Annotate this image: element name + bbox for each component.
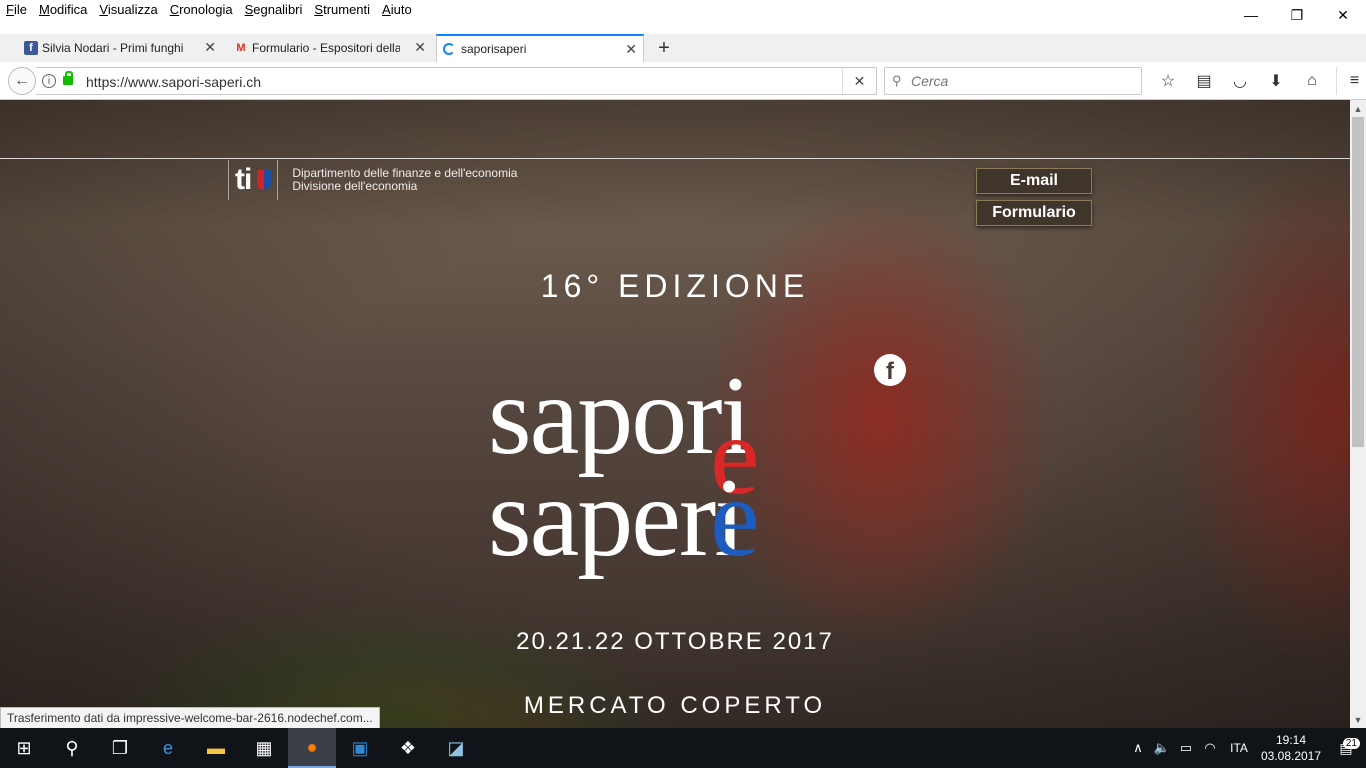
windows-start-icon[interactable]: ⊞ — [0, 728, 48, 768]
loading-icon — [443, 43, 455, 55]
web-page: ti Dipartimento delle finanze e dell'eco… — [0, 100, 1350, 728]
header-divider — [0, 158, 1350, 159]
menu-strumenti[interactable]: Strumenti — [314, 2, 370, 17]
volume-icon[interactable]: 🔈 — [1150, 740, 1174, 756]
back-button[interactable]: ← — [8, 67, 36, 95]
hamburger-menu-icon[interactable]: ≡ — [1336, 67, 1366, 95]
department-line2: Divisione dell'economia — [292, 179, 418, 193]
home-icon[interactable]: ⌂ — [1294, 67, 1330, 95]
tab-saporisaperi[interactable]: saporisaperi ✕ — [436, 34, 644, 62]
wordmark-saperi: saperi — [488, 456, 745, 580]
reading-list-icon[interactable]: ▤ — [1186, 67, 1222, 95]
tab-title: saporisaperi — [461, 42, 527, 56]
formulario-button[interactable]: Formulario — [976, 200, 1092, 226]
menu-segnalibri[interactable]: Segnalibri — [245, 2, 303, 17]
file-explorer-icon[interactable]: ▬ — [192, 728, 240, 768]
store-icon[interactable]: ▦ — [240, 728, 288, 768]
taskbar-apps: ⊞ ⚲ ❐ e ▬ ▦ ● ▣ ❖ ◪ — [0, 728, 480, 768]
scroll-up-icon[interactable]: ▲ — [1350, 100, 1366, 117]
clock-date: 03.08.2017 — [1260, 749, 1322, 763]
windows-taskbar: ⊞ ⚲ ❐ e ▬ ▦ ● ▣ ❖ ◪ ∧ 🔈 ▭ ◠ ITA 19:14 03… — [0, 728, 1366, 768]
toolbar-buttons: ☆ ▤ ◡ ⬇ ⌂ ≡ — [1150, 67, 1366, 95]
url-bar[interactable]: i https://www.sapori-saperi.ch ✕ — [36, 67, 877, 95]
battery-icon[interactable]: ▭ — [1174, 740, 1198, 756]
menu-file[interactable]: File — [6, 2, 27, 17]
dropbox-icon[interactable]: ❖ — [384, 728, 432, 768]
menu-cronologia[interactable]: Cronologia — [170, 2, 233, 17]
search-box[interactable]: ⚲ — [884, 67, 1142, 95]
search-icon[interactable]: ⚲ — [48, 728, 96, 768]
url-text[interactable]: https://www.sapori-saperi.ch — [86, 74, 261, 90]
facebook-icon[interactable]: f — [874, 354, 906, 386]
wordmark-e-blue: e — [710, 456, 760, 580]
sapori-e-saperi-logo: sapori e saperi e — [488, 350, 868, 590]
ti-logo-text: ti — [235, 163, 252, 196]
new-tab-button[interactable]: + — [652, 34, 676, 62]
chevron-up-icon[interactable]: ∧ — [1126, 740, 1150, 756]
wifi-icon[interactable]: ◠ — [1198, 740, 1222, 756]
system-tray: ∧ 🔈 ▭ ◠ ITA 19:14 03.08.2017 ▤21 — [1126, 728, 1366, 768]
navigation-bar: ← i https://www.sapori-saperi.ch ✕ ⚲ ☆ ▤… — [0, 62, 1366, 100]
menu-items: File Modifica Visualizza Cronologia Segn… — [6, 2, 424, 17]
info-icon[interactable]: i — [42, 74, 56, 88]
window-controls: — ❐ ✕ — [1228, 0, 1366, 30]
task-view-icon[interactable]: ❐ — [96, 728, 144, 768]
notes-icon[interactable]: ◪ — [432, 728, 480, 768]
menu-visualizza[interactable]: Visualizza — [99, 2, 157, 17]
close-tab-icon[interactable]: ✕ — [625, 41, 637, 58]
search-icon: ⚲ — [892, 73, 902, 88]
close-window-button[interactable]: ✕ — [1320, 0, 1366, 30]
department-header: ti Dipartimento delle finanze e dell'eco… — [228, 160, 517, 200]
restore-button[interactable]: ❐ — [1274, 0, 1320, 30]
department-text: Dipartimento delle finanze e dell'econom… — [292, 167, 517, 193]
notification-count: 21 — [1342, 737, 1360, 749]
page-scrollbar[interactable]: ▲ ▼ — [1350, 100, 1366, 728]
scroll-down-icon[interactable]: ▼ — [1350, 711, 1366, 728]
close-tab-icon[interactable]: ✕ — [414, 39, 426, 56]
edge-icon[interactable]: e — [144, 728, 192, 768]
firefox-icon[interactable]: ● — [288, 728, 336, 768]
outlook-icon[interactable]: ▣ — [336, 728, 384, 768]
edition-title: 16° EDIZIONE — [540, 268, 810, 304]
tab-title: Silvia Nodari - Primi funghi — [42, 41, 184, 55]
language-indicator[interactable]: ITA — [1222, 741, 1256, 755]
shield-icon — [257, 170, 272, 190]
tab-title: Formulario - Espositori della — [252, 41, 400, 55]
bookmark-star-icon[interactable]: ☆ — [1150, 67, 1186, 95]
close-tab-icon[interactable]: ✕ — [204, 39, 216, 56]
tab-gmail[interactable]: M Formulario - Espositori della ✕ — [228, 34, 432, 62]
event-dates: 20.21.22 OTTOBRE 2017 — [516, 628, 834, 655]
gmail-icon: M — [236, 42, 246, 54]
clock-time: 19:14 — [1275, 733, 1307, 747]
clock[interactable]: 19:14 03.08.2017 — [1256, 732, 1326, 764]
email-button[interactable]: E-mail — [976, 168, 1092, 194]
notification-center-icon[interactable]: ▤21 — [1326, 737, 1366, 757]
menu-modifica[interactable]: Modifica — [39, 2, 87, 17]
lock-icon — [63, 71, 73, 85]
tab-facebook[interactable]: f Silvia Nodari - Primi funghi ✕ — [18, 34, 222, 62]
menu-bar: File Modifica Visualizza Cronologia Segn… — [0, 0, 1366, 34]
contact-buttons: E-mail Formulario — [976, 168, 1092, 232]
menu-aiuto[interactable]: Aiuto — [382, 2, 412, 17]
pocket-icon[interactable]: ◡ — [1222, 67, 1258, 95]
stop-loading-button[interactable]: ✕ — [842, 68, 876, 94]
minimize-button[interactable]: — — [1228, 0, 1274, 30]
search-input[interactable] — [909, 71, 1134, 91]
tab-strip: f Silvia Nodari - Primi funghi ✕ M Formu… — [0, 34, 1366, 62]
facebook-icon: f — [24, 41, 38, 55]
ticino-logo: ti — [228, 160, 279, 200]
status-bar: Trasferimento dati da impressive-welcome… — [0, 707, 380, 728]
downloads-icon[interactable]: ⬇ — [1258, 67, 1294, 95]
scroll-thumb[interactable] — [1352, 117, 1364, 447]
